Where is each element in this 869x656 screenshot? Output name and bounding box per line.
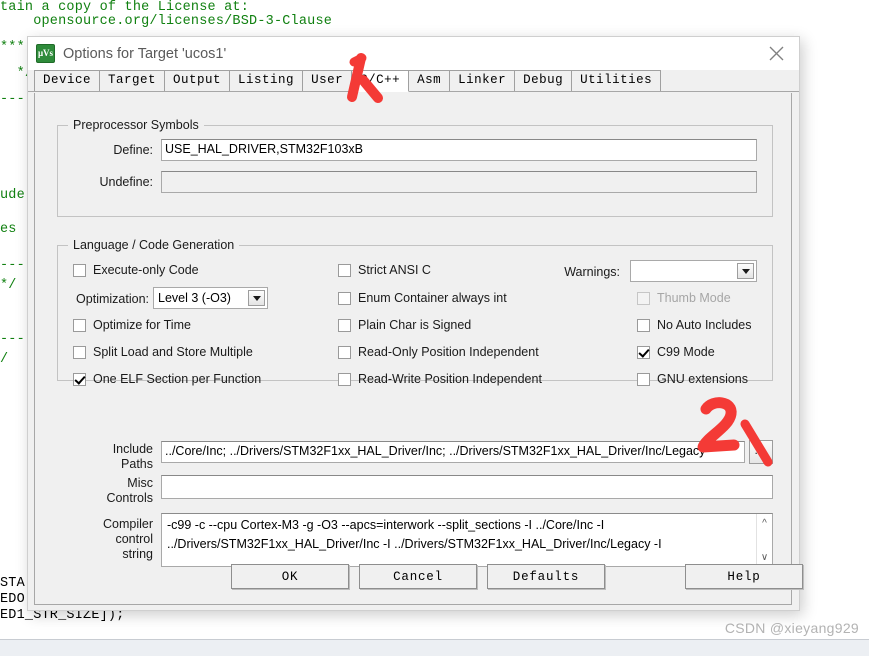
tab-target[interactable]: Target	[99, 70, 166, 91]
code-line: STA	[0, 576, 25, 591]
checkbox-label: Read-Only Position Independent	[358, 345, 539, 359]
define-label: Define:	[113, 143, 153, 157]
checkbox-box	[338, 372, 351, 386]
ok-button[interactable]: OK	[231, 564, 349, 589]
chevron-up-icon[interactable]: ^	[757, 516, 772, 530]
tab-utilities[interactable]: Utilities	[571, 70, 662, 91]
define-input[interactable]: USE_HAL_DRIVER,STM32F103xB	[161, 139, 757, 161]
code-line: opensource.org/licenses/BSD-3-Clause	[0, 14, 333, 29]
tab-output[interactable]: Output	[164, 70, 231, 91]
checkbox-gnu-extensions[interactable]: GNU extensions	[637, 372, 748, 386]
checkbox-label: Strict ANSI C	[358, 263, 431, 277]
tab-linker[interactable]: Linker	[449, 70, 516, 91]
checkbox-box	[73, 345, 86, 359]
uvision-logo-icon	[36, 44, 55, 63]
tab-debug[interactable]: Debug	[514, 70, 573, 91]
checkbox-one-elf-section-per-function[interactable]: One ELF Section per Function	[73, 372, 261, 386]
checkbox-box	[73, 372, 86, 386]
checkbox-box	[338, 291, 351, 305]
undefine-label: Undefine:	[99, 175, 153, 189]
checkbox-read-write-position-independent[interactable]: Read-Write Position Independent	[338, 372, 542, 386]
optimization-label: Optimization:	[76, 292, 149, 306]
tab-user[interactable]: User	[302, 70, 353, 91]
help-button[interactable]: Help	[685, 564, 803, 589]
chevron-down-icon[interactable]	[737, 263, 754, 279]
checkbox-box	[338, 263, 351, 277]
checkbox-strict-ansi-c[interactable]: Strict ANSI C	[338, 263, 431, 277]
dialog-title: Options for Target 'ucos1'	[63, 45, 227, 62]
code-line: ude	[0, 188, 25, 203]
options-for-target-dialog: Options for Target 'ucos1' Device Target…	[27, 36, 803, 611]
checkbox-box	[338, 345, 351, 359]
defaults-button[interactable]: Defaults	[487, 564, 605, 589]
checkbox-label: Thumb Mode	[657, 291, 731, 305]
code-line: ***	[0, 40, 25, 55]
checkbox-box	[637, 291, 650, 305]
checkbox-read-only-position-independent[interactable]: Read-Only Position Independent	[338, 345, 539, 359]
undefine-input[interactable]	[161, 171, 757, 193]
include-paths-input[interactable]: ../Core/Inc; ../Drivers/STM32F1xx_HAL_Dr…	[161, 441, 745, 463]
checkbox-box	[637, 318, 650, 332]
compiler-control-string-value: -c99 -c --cpu Cortex-M3 -g -O3 --apcs=in…	[167, 518, 662, 551]
code-line: ---	[0, 92, 25, 107]
tab-strip: Device Target Output Listing User C/C++ …	[28, 70, 799, 92]
checkbox-plain-char-is-signed[interactable]: Plain Char is Signed	[338, 318, 471, 332]
checkbox-split-load-and-store-multiple[interactable]: Split Load and Store Multiple	[73, 345, 253, 359]
code-line: tain a copy of the License at:	[0, 0, 250, 15]
code-line: EDO	[0, 592, 25, 607]
checkbox-label: GNU extensions	[657, 372, 749, 386]
checkbox-optimize-for-time[interactable]: Optimize for Time	[73, 318, 191, 332]
checkbox-box	[637, 345, 650, 359]
include-paths-label: Include Paths	[112, 442, 153, 471]
checkbox-label: One ELF Section per Function	[93, 372, 262, 386]
ide-status-bar	[0, 639, 869, 656]
checkbox-box	[73, 318, 86, 332]
language-code-generation-title: Language / Code Generation	[68, 238, 240, 252]
checkbox-label: Optimize for Time	[93, 318, 191, 332]
warnings-select[interactable]	[630, 260, 757, 282]
code-line: */	[0, 278, 17, 293]
tab-device[interactable]: Device	[34, 70, 101, 91]
checkbox-label: No Auto Includes	[657, 318, 752, 332]
tab-asm[interactable]: Asm	[408, 70, 451, 91]
tab-c-cpp[interactable]: C/C++	[351, 70, 410, 92]
checkbox-label: Enum Container always int	[358, 291, 507, 305]
checkbox-enum-container-always-int[interactable]: Enum Container always int	[338, 291, 507, 305]
misc-controls-label: Misc Controls	[106, 476, 153, 505]
checkbox-box	[338, 318, 351, 332]
optimization-value: Level 3 (-O3)	[158, 291, 231, 305]
browse-include-paths-button[interactable]: ...	[749, 440, 773, 464]
checkbox-label: C99 Mode	[657, 345, 715, 359]
checkbox-thumb-mode: Thumb Mode	[637, 291, 731, 305]
misc-controls-input[interactable]	[161, 475, 773, 499]
checkbox-execute-only-code[interactable]: Execute-only Code	[73, 263, 199, 277]
code-line: ---	[0, 332, 25, 347]
code-line: es	[0, 222, 17, 237]
checkbox-label: Split Load and Store Multiple	[93, 345, 253, 359]
watermark: CSDN @xieyang929	[724, 620, 859, 636]
dialog-titlebar: Options for Target 'ucos1'	[28, 37, 799, 70]
checkbox-box	[637, 372, 650, 386]
chevron-down-icon[interactable]	[248, 290, 265, 306]
code-line: ---	[0, 258, 25, 273]
cancel-button[interactable]: Cancel	[359, 564, 477, 589]
tab-listing[interactable]: Listing	[229, 70, 304, 91]
code-line: /	[0, 352, 9, 367]
dialog-button-bar: OK Cancel Defaults Help	[35, 556, 803, 604]
checkbox-c99-mode[interactable]: C99 Mode	[637, 345, 715, 359]
checkbox-no-auto-includes[interactable]: No Auto Includes	[637, 318, 752, 332]
checkbox-label: Execute-only Code	[93, 263, 199, 277]
checkbox-label: Read-Write Position Independent	[358, 372, 542, 386]
close-button[interactable]	[753, 37, 799, 70]
checkbox-box	[73, 263, 86, 277]
dialog-body: Preprocessor Symbols Define: USE_HAL_DRI…	[34, 93, 803, 605]
close-icon	[769, 46, 783, 61]
checkbox-label: Plain Char is Signed	[358, 318, 472, 332]
warnings-label: Warnings:	[564, 265, 620, 279]
optimization-select[interactable]: Level 3 (-O3)	[153, 287, 268, 309]
preprocessor-symbols-title: Preprocessor Symbols	[68, 118, 204, 132]
